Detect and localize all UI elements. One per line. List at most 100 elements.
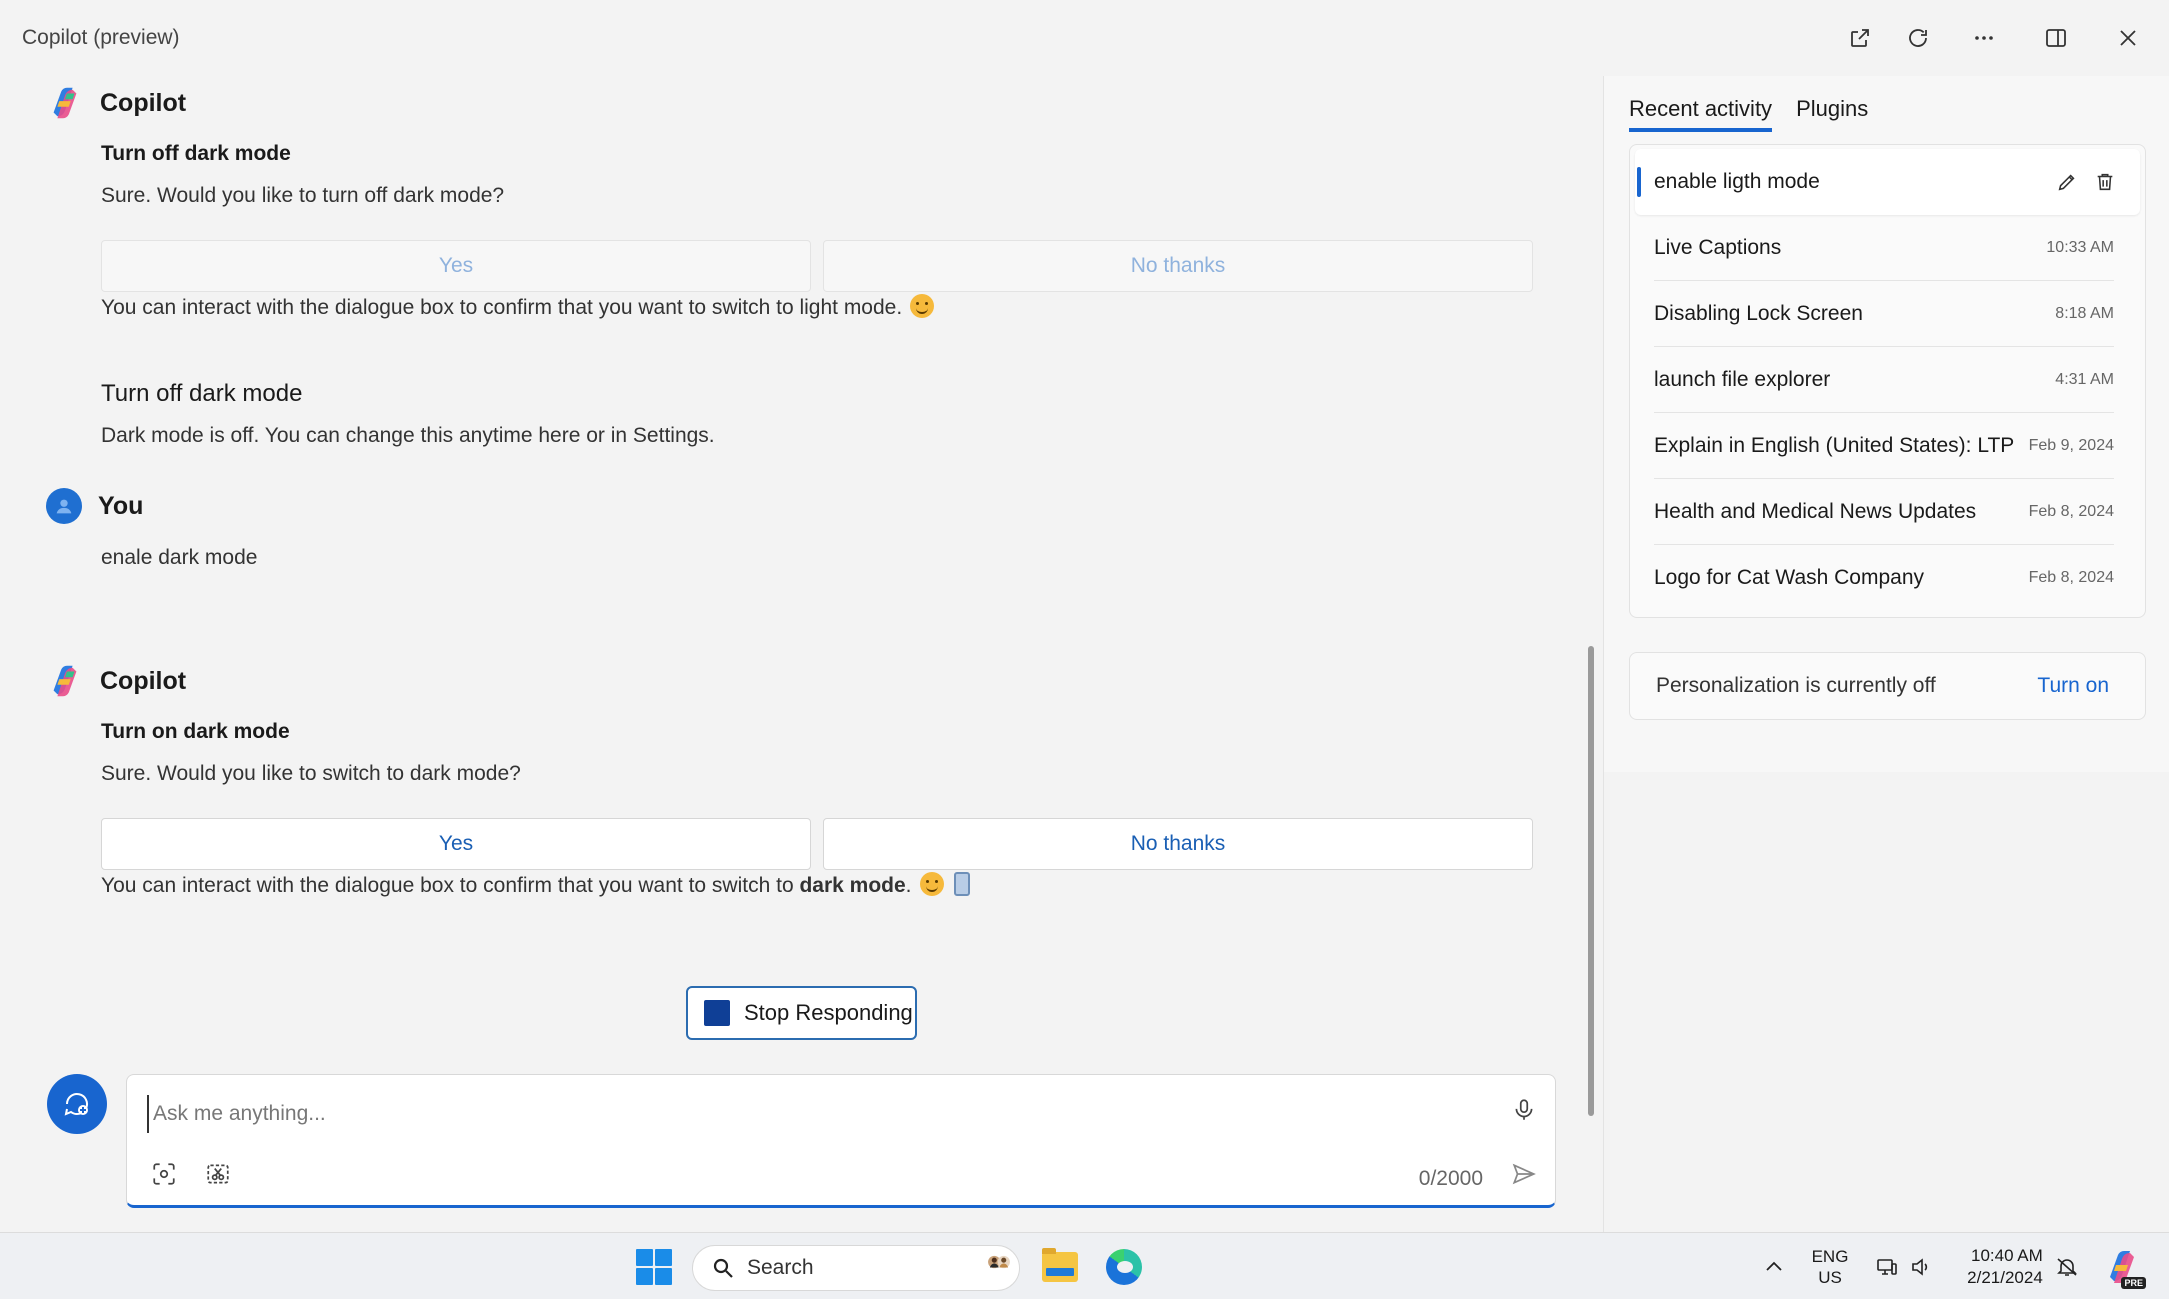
- activity-title: Explain in English (United States): LTPO: [1654, 434, 2014, 457]
- user-icon: [56, 499, 72, 514]
- activity-item[interactable]: Explain in English (United States): LTPO…: [1635, 413, 2140, 479]
- activity-title: Health and Medical News Updates: [1654, 500, 1977, 523]
- followup-prefix: You can interact with the dialogue box t…: [101, 874, 800, 897]
- copilot-taskbar-icon: PRE: [2102, 1247, 2146, 1289]
- activity-item[interactable]: Logo for Cat Wash Company Feb 8, 2024: [1635, 545, 2140, 611]
- activity-time: 10:33 AM: [2046, 239, 2114, 256]
- chevron-up-icon: [1766, 1261, 1782, 1271]
- activity-time: Feb 9, 2024: [2028, 437, 2114, 454]
- activity-title: enable ligth mode: [1654, 170, 1820, 193]
- language-line2: US: [1818, 1267, 1842, 1287]
- copilot-message-header: Copilot: [46, 662, 186, 700]
- sender-name: You: [98, 491, 144, 520]
- user-message-header: You: [46, 488, 143, 524]
- message-text: Dark mode is off. You can change this an…: [101, 424, 715, 447]
- app-title: Copilot (preview): [22, 26, 180, 49]
- refresh-button[interactable]: [1898, 18, 1938, 58]
- taskbar-search[interactable]: Search: [692, 1245, 1020, 1291]
- edge-icon: [1106, 1248, 1142, 1285]
- windows-logo-icon: [636, 1248, 672, 1285]
- activity-item[interactable]: enable ligth mode: [1635, 149, 2140, 215]
- tab-plugins[interactable]: Plugins: [1796, 96, 1868, 132]
- chat-scrollbar[interactable]: [1588, 646, 1594, 1116]
- message-text: Sure. Would you like to turn off dark mo…: [101, 184, 505, 207]
- clock-date: 2/21/2024: [1967, 1267, 2043, 1287]
- turn-on-link[interactable]: Turn on: [2037, 674, 2109, 698]
- file-explorer-button[interactable]: [1040, 1233, 1080, 1299]
- clock[interactable]: 10:40 AM 2/21/2024: [1950, 1233, 2060, 1299]
- recent-activity-list: enable ligth mode Live Captions 10:33 AM…: [1629, 144, 2146, 618]
- clock-text: 10:40 AM 2/21/2024: [1967, 1245, 2043, 1289]
- folder-icon: [1042, 1247, 1078, 1282]
- stop-label: Stop Responding: [744, 1000, 913, 1025]
- snipping-button[interactable]: [201, 1157, 235, 1191]
- followup-text: You can interact with the dialogue box t…: [101, 294, 935, 320]
- card-title: Turn on dark mode: [101, 720, 290, 743]
- sender-name: Copilot: [100, 88, 187, 117]
- stop-icon: [704, 1000, 730, 1026]
- microphone-button[interactable]: [1507, 1093, 1541, 1127]
- char-count: 0/2000: [1418, 1167, 1483, 1190]
- close-icon: [2120, 30, 2136, 46]
- more-icon: [1975, 36, 1993, 40]
- card-title: Turn off dark mode: [101, 380, 303, 407]
- activity-item[interactable]: Disabling Lock Screen 8:18 AM: [1635, 281, 2140, 347]
- close-button[interactable]: [2108, 18, 2148, 58]
- show-hidden-icons-button[interactable]: [1758, 1233, 1790, 1299]
- activity-time: 8:18 AM: [2055, 305, 2114, 322]
- screenshot-button[interactable]: [147, 1157, 181, 1191]
- tab-recent-activity[interactable]: Recent activity: [1629, 96, 1773, 132]
- more-options-button[interactable]: [1964, 18, 2004, 58]
- sidebar-top: Recent activity Plugins enable ligth mod…: [1604, 76, 2169, 772]
- clock-time: 10:40 AM: [1970, 1245, 2043, 1265]
- activity-title: launch file explorer: [1654, 368, 1831, 391]
- no-thanks-button[interactable]: No thanks: [823, 240, 1533, 292]
- start-button[interactable]: [634, 1233, 674, 1299]
- activity-title: Logo for Cat Wash Company: [1654, 566, 1925, 589]
- user-avatar: [46, 488, 82, 524]
- notifications-button[interactable]: [2052, 1233, 2082, 1299]
- yes-button[interactable]: Yes: [101, 818, 811, 870]
- title-bar: Copilot (preview): [0, 0, 2169, 76]
- dock-button[interactable]: [2036, 18, 2076, 58]
- send-icon: [1512, 1163, 1536, 1185]
- chat-input-box: 0/2000: [126, 1074, 1556, 1208]
- ask-input[interactable]: [147, 1095, 1447, 1133]
- refresh-icon: [1909, 29, 1927, 47]
- language-line1: ENG: [1811, 1246, 1849, 1266]
- edit-icon[interactable]: [2056, 171, 2078, 193]
- network-icon: [1877, 1258, 1897, 1275]
- typing-cursor-icon: [953, 872, 970, 896]
- delete-icon[interactable]: [2094, 171, 2116, 193]
- new-topic-button[interactable]: [47, 1074, 107, 1134]
- sidebar: Recent activity Plugins enable ligth mod…: [1603, 76, 2169, 1232]
- search-icon: [713, 1258, 733, 1278]
- stop-responding-button[interactable]: Stop Responding: [686, 986, 917, 1040]
- volume-icon: [1912, 1257, 1928, 1276]
- send-button[interactable]: [1507, 1157, 1541, 1191]
- taskbar: Search ENG US 10:40 AM 2/21/2024 PRE: [0, 1232, 2169, 1299]
- volume-button[interactable]: [1906, 1233, 1936, 1299]
- activity-item[interactable]: launch file explorer 4:31 AM: [1635, 347, 2140, 413]
- microphone-icon: [1515, 1099, 1533, 1120]
- chat-area: Copilot Turn off dark mode Sure. Would y…: [0, 76, 1600, 1232]
- snip-icon: [207, 1164, 229, 1184]
- edge-button[interactable]: [1104, 1233, 1144, 1299]
- yes-button[interactable]: Yes: [101, 240, 811, 292]
- new-chat-icon: [64, 1093, 88, 1116]
- smile-emoji-icon: [910, 294, 935, 318]
- card-title: Turn off dark mode: [101, 142, 291, 165]
- network-button[interactable]: [1872, 1233, 1902, 1299]
- notification-bell-icon: [2057, 1257, 2077, 1276]
- copilot-taskbar-button[interactable]: PRE: [2100, 1233, 2146, 1299]
- language-indicator[interactable]: ENG US: [1806, 1233, 1854, 1299]
- no-thanks-button[interactable]: No thanks: [823, 818, 1533, 870]
- activity-item[interactable]: Live Captions 10:33 AM: [1635, 215, 2140, 281]
- activity-item[interactable]: Health and Medical News Updates Feb 8, 2…: [1635, 479, 2140, 545]
- followup-bold: dark mode: [799, 874, 906, 897]
- activity-title: Live Captions: [1654, 236, 1782, 259]
- open-external-button[interactable]: [1840, 18, 1880, 58]
- personalization-banner: Personalization is currently off Turn on: [1629, 652, 2146, 720]
- activity-time: Feb 8, 2024: [2028, 503, 2114, 520]
- smile-emoji-icon: [919, 872, 944, 896]
